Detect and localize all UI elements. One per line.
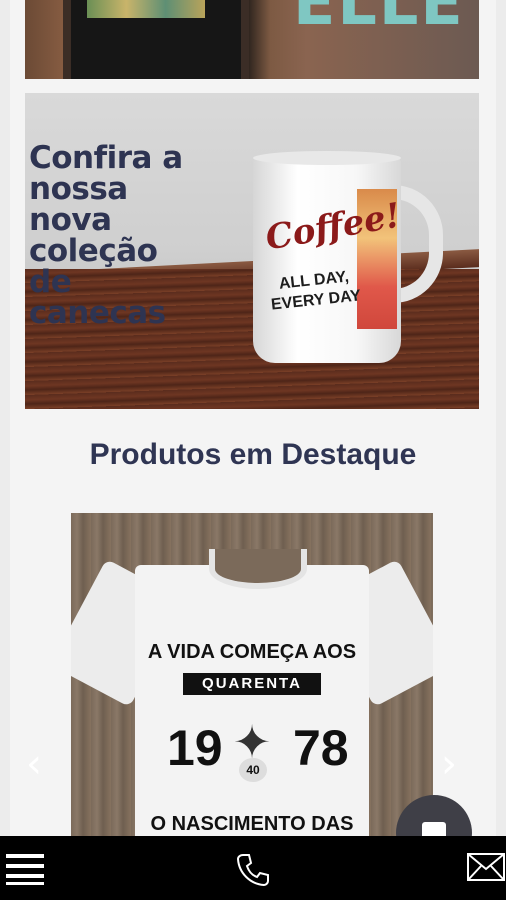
headline-line: nova: [29, 202, 112, 238]
banner-headline: Confira a nossa nova coleção de canecas: [29, 143, 229, 329]
tshirt-print-badge: 40: [239, 758, 267, 782]
tshirt-print-year-right: 78: [293, 720, 349, 776]
page-content: ELLE Confira a nossa nova coleção de can…: [10, 0, 496, 836]
headline-line: de: [29, 264, 72, 300]
headline-line: coleção: [29, 233, 158, 269]
tshirt-print-ribbon: QUARENTA: [183, 673, 321, 695]
banner-shirt-print: [87, 0, 205, 18]
headline-line: canecas: [29, 295, 166, 331]
featured-products-title: Produtos em Destaque: [89, 438, 417, 471]
tshirt-collar: [209, 549, 307, 589]
phone-icon[interactable]: [235, 852, 271, 893]
mail-icon[interactable]: [467, 852, 505, 887]
tshirt-print-year-left: 19: [167, 720, 223, 776]
bottom-navigation-bar: [0, 836, 506, 900]
mug-rim: [253, 151, 401, 165]
tshirt-print-bottom: O NASCIMENTO DAS: [150, 813, 354, 835]
headline-line: Confira a: [29, 140, 183, 176]
top-banner[interactable]: ELLE: [25, 0, 479, 79]
menu-icon[interactable]: [6, 852, 44, 891]
tshirt-body: [135, 565, 369, 836]
banner-top-text: ELLE: [293, 0, 465, 39]
carousel-prev-arrow-icon[interactable]: ‹: [22, 742, 46, 786]
featured-product-image[interactable]: A VIDA COMEÇA AOS QUARENTA 19 ✦ 40 78 O …: [71, 513, 433, 836]
headline-line: nossa: [29, 171, 128, 207]
mug-collection-banner[interactable]: Confira a nossa nova coleção de canecas …: [25, 93, 479, 409]
carousel-next-arrow-icon[interactable]: ›: [437, 742, 461, 786]
tshirt-print-top: A VIDA COMEÇA AOS: [147, 641, 357, 663]
